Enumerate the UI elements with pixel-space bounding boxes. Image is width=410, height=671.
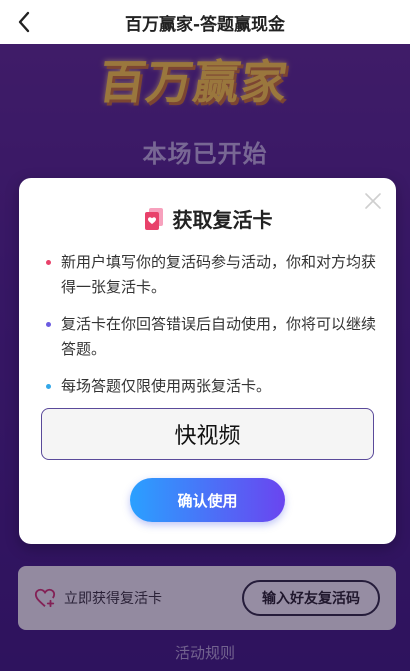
chevron-left-icon <box>18 11 30 33</box>
bullet-text: 复活卡在你回答错误后自动使用，你将可以继续答题。 <box>61 315 377 358</box>
page-title: 百万赢家-答题赢现金 <box>124 14 286 35</box>
modal-title: 获取复活卡 <box>172 208 273 232</box>
list-item: 每场答题仅限使用两张复活卡。 <box>46 374 376 399</box>
list-item: 新用户填写你的复活码参与活动，你和对方均获得一张复活卡。 <box>46 250 376 300</box>
revive-card-icon <box>144 207 163 230</box>
modal-header: 获取复活卡 <box>19 204 396 233</box>
confirm-use-button[interactable]: 确认使用 <box>130 478 285 522</box>
list-item: 复活卡在你回答错误后自动使用，你将可以继续答题。 <box>46 312 376 362</box>
bullet-dot <box>46 260 51 265</box>
revive-code-input[interactable] <box>41 408 374 460</box>
bullet-text: 新用户填写你的复活码参与活动，你和对方均获得一张复活卡。 <box>61 253 377 296</box>
rules-list: 新用户填写你的复活码参与活动，你和对方均获得一张复活卡。 复活卡在你回答错误后自… <box>46 250 376 411</box>
back-button[interactable] <box>8 6 40 38</box>
bullet-dot <box>46 322 51 327</box>
top-bar: 百万赢家-答题赢现金 <box>0 0 410 44</box>
bullet-dot <box>46 384 51 389</box>
bullet-text: 每场答题仅限使用两张复活卡。 <box>61 377 272 395</box>
revive-card-modal: 获取复活卡 新用户填写你的复活码参与活动，你和对方均获得一张复活卡。 复活卡在你… <box>19 178 396 544</box>
